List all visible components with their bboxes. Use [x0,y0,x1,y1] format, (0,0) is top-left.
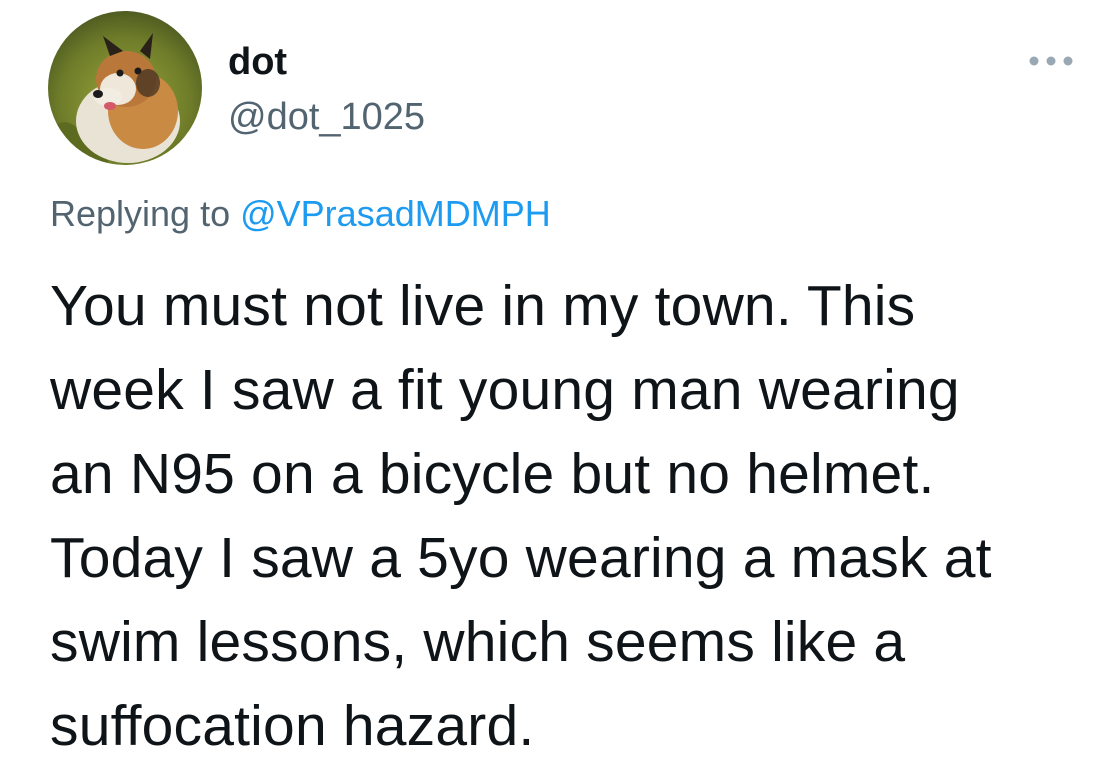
user-handle[interactable]: @dot_1025 [228,93,425,141]
tweet-text-line: Today I saw a 5yo wearing a mask at [50,526,992,590]
tweet-text-line: swim lessons, which seems like a [50,610,906,674]
replying-prefix: Replying to [50,193,241,234]
tweet-text: You must not live in my town. This week … [50,264,1090,768]
more-horizontal-icon [1029,56,1073,66]
tweet-text-line: an N95 on a bicycle but no helmet. [50,442,935,506]
tweet: dot @dot_1025 Replying to @VPrasadMDMPH … [0,0,1096,758]
avatar[interactable] [48,11,202,165]
tweet-text-line: suffocation hazard. [50,694,535,758]
reply-mention-link[interactable]: @VPrasadMDMPH [240,193,551,234]
sheltie-dog-avatar [48,11,202,165]
more-button[interactable] [1023,46,1079,76]
tweet-text-line: week I saw a fit young man wearing [50,358,960,422]
display-name[interactable]: dot [228,38,287,86]
tweet-text-line: You must not live in my town. This [50,274,916,338]
replying-to: Replying to @VPrasadMDMPH [50,190,551,238]
